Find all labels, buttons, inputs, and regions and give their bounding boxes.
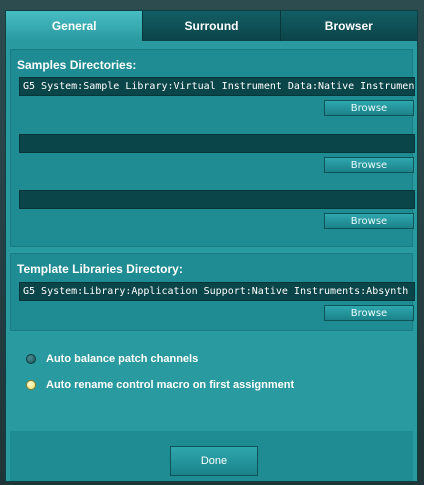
template-libraries-section: Template Libraries Directory: G5 System:… [10,253,415,331]
option-auto-rename-label: Auto rename control macro on first assig… [46,379,295,391]
done-button[interactable]: Done [170,446,258,476]
browse-button-3[interactable]: Browse [324,213,414,229]
tab-surround[interactable]: Surround [143,11,281,41]
samples-directories-title: Samples Directories: [17,58,137,72]
samples-directory-field-2[interactable] [19,134,415,153]
option-auto-balance[interactable]: Auto balance patch channels [26,353,198,365]
option-auto-balance-label: Auto balance patch channels [46,353,199,365]
samples-directory-field-3[interactable] [19,190,415,209]
template-libraries-title: Template Libraries Directory: [17,262,183,276]
browse-button-1[interactable]: Browse [324,100,414,116]
samples-directory-field-1[interactable]: G5 System:Sample Library:Virtual Instrum… [19,77,415,96]
radio-on-icon[interactable] [26,380,36,390]
browse-button-2[interactable]: Browse [324,157,414,173]
samples-directories-section: Samples Directories: G5 System:Sample Li… [10,49,415,247]
tab-general[interactable]: General [6,11,144,41]
template-libraries-field[interactable]: G5 System:Library:Application Support:Na… [19,282,415,301]
browse-button-template[interactable]: Browse [324,305,414,321]
option-auto-rename[interactable]: Auto rename control macro on first assig… [26,379,294,391]
preferences-window: General Surround Browser Samples Directo… [0,0,424,485]
radio-off-icon[interactable] [26,354,36,364]
tab-browser[interactable]: Browser [280,11,417,41]
tab-bar: General Surround Browser [6,11,417,41]
general-tab-content: Samples Directories: G5 System:Sample Li… [6,41,417,481]
